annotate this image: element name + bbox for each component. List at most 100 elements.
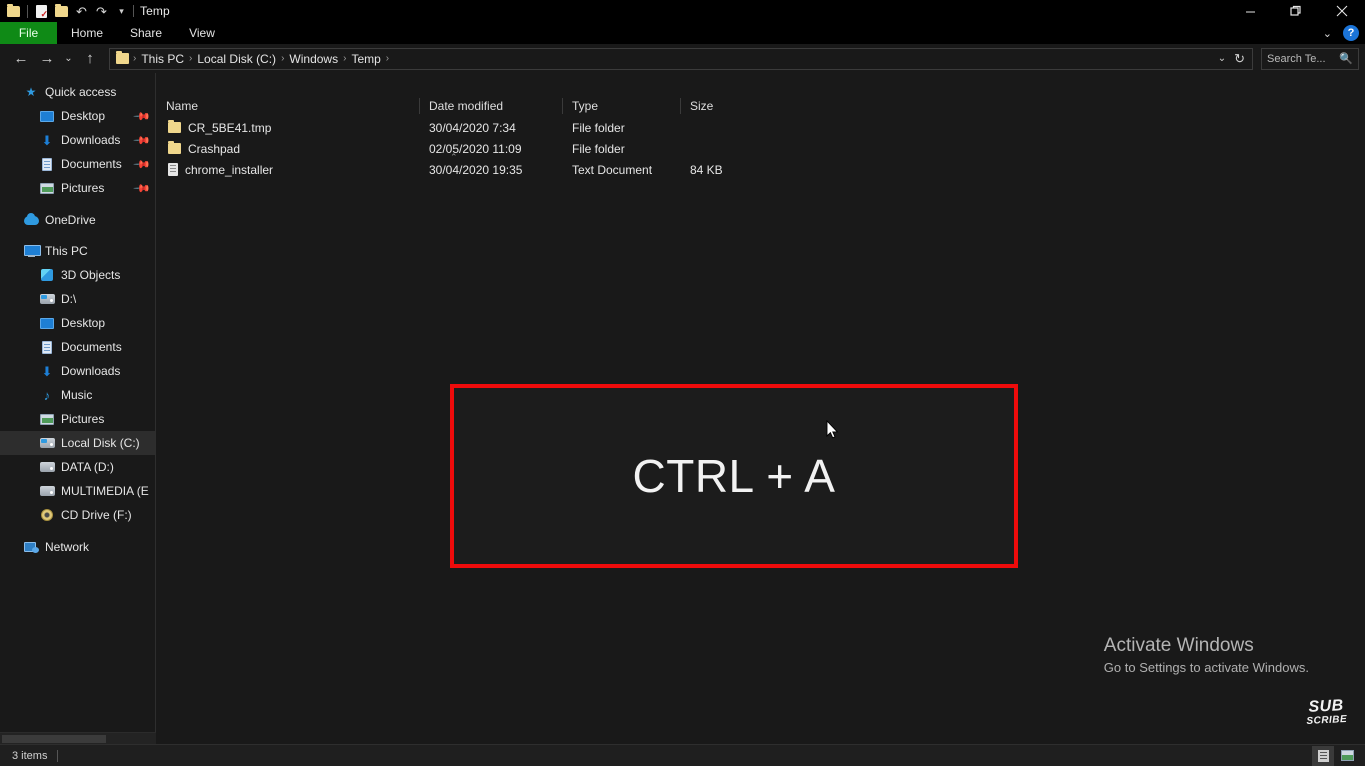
folder-icon: [116, 51, 129, 64]
help-icon[interactable]: ?: [1343, 25, 1359, 41]
downloads-icon: ⬇: [41, 363, 53, 379]
cell-name: Crashpad: [156, 141, 419, 156]
network-icon: [22, 541, 40, 553]
downloads-icon: ⬇: [41, 132, 53, 148]
table-row[interactable]: Crashpad 02/05/2020 11:09 File folder: [156, 138, 1365, 159]
sidebar-item-documents[interactable]: Documents: [0, 335, 155, 359]
shortcut-overlay-text: CTRL + A: [632, 450, 836, 502]
desktop-icon: [38, 110, 56, 122]
table-row[interactable]: chrome_installer 30/04/2020 19:35 Text D…: [156, 159, 1365, 180]
column-header-type[interactable]: Type: [562, 95, 680, 117]
tab-share[interactable]: Share: [117, 22, 175, 44]
item-count: 3 items: [12, 749, 48, 762]
file-name: Crashpad: [188, 141, 241, 156]
pc-icon: [22, 245, 41, 257]
text-document-icon: [168, 163, 178, 176]
folder-icon[interactable]: [4, 2, 23, 21]
subscribe-watermark: SUB SCRIBE: [1306, 697, 1348, 728]
search-input[interactable]: Search Te... 🔍: [1261, 47, 1359, 70]
redo-icon[interactable]: ↷: [92, 2, 111, 21]
pin-icon[interactable]: 📌: [133, 107, 152, 125]
sidebar-item-desktop-qa[interactable]: Desktop 📌: [0, 104, 155, 128]
table-row[interactable]: CR_5BE41.tmp 30/04/2020 7:34 File folder: [156, 117, 1365, 138]
refresh-icon[interactable]: ↻: [1231, 51, 1248, 67]
properties-icon[interactable]: [32, 2, 51, 21]
pin-icon[interactable]: 📌: [133, 131, 152, 149]
restore-icon[interactable]: [1273, 0, 1319, 22]
sidebar-item-label: Pictures: [61, 412, 105, 426]
shortcut-overlay-box: CTRL + A: [450, 384, 1018, 568]
sidebar-item-drive-d[interactable]: D:\: [0, 287, 155, 311]
forward-arrow-icon[interactable]: →: [34, 47, 60, 71]
sidebar-item-documents-qa[interactable]: Documents 📌: [0, 152, 155, 176]
recent-locations-chevron-icon[interactable]: ⌄: [60, 47, 77, 71]
tab-file[interactable]: File: [0, 22, 57, 44]
sidebar-item-pictures[interactable]: Pictures: [0, 407, 155, 431]
breadcrumb-item-temp[interactable]: Temp: [347, 52, 384, 66]
undo-icon[interactable]: ↶: [72, 2, 91, 21]
sidebar-item-local-disk-c[interactable]: Local Disk (C:): [0, 431, 155, 455]
cell-type: File folder: [572, 141, 625, 156]
sidebar-item-cd-drive-f[interactable]: CD Drive (F:): [0, 503, 155, 527]
view-mode-buttons: [1312, 745, 1363, 766]
history-chevron-icon[interactable]: ⌄: [1213, 53, 1231, 64]
pin-icon[interactable]: 📌: [133, 179, 152, 197]
chevron-down-icon[interactable]: ⌄: [1323, 27, 1332, 40]
pin-icon[interactable]: 📌: [133, 155, 152, 173]
tab-home[interactable]: Home: [57, 22, 117, 44]
file-explorer-window: ↶ ↷ ▾ Temp File Home Share View ⌄ ?: [0, 0, 1365, 766]
sidebar-item-onedrive[interactable]: OneDrive: [0, 208, 155, 232]
sidebar-item-label: This PC: [45, 244, 88, 258]
breadcrumb[interactable]: › This PC › Local Disk (C:) › Windows › …: [109, 47, 1253, 70]
sidebar-item-label: Desktop: [61, 316, 106, 330]
title-bar: ↶ ↷ ▾ Temp: [0, 0, 1365, 22]
sidebar-item-3d-objects[interactable]: 3D Objects: [0, 263, 155, 287]
up-arrow-icon[interactable]: ↑: [77, 47, 103, 71]
sidebar-item-label: D:\: [61, 292, 77, 306]
breadcrumb-item-local-disk-c[interactable]: Local Disk (C:): [193, 52, 280, 66]
sidebar-item-network[interactable]: Network: [0, 535, 155, 559]
customize-chevron-icon[interactable]: ▾: [112, 2, 131, 21]
3d-objects-icon: [38, 269, 56, 281]
subscribe-line2: SCRIBE: [1306, 713, 1348, 728]
drive-icon: [38, 486, 56, 496]
sidebar-item-label: MULTIMEDIA (E:): [61, 484, 149, 498]
column-header-name[interactable]: Name: [156, 95, 419, 117]
breadcrumb-item-windows[interactable]: Windows: [285, 52, 342, 66]
horizontal-scrollbar[interactable]: [0, 732, 156, 744]
sidebar-item-label: Desktop: [61, 109, 106, 123]
column-header-size[interactable]: Size: [680, 95, 764, 117]
minimize-icon[interactable]: [1227, 0, 1273, 22]
sidebar-item-label: Local Disk (C:): [61, 436, 140, 450]
sidebar-item-pictures-qa[interactable]: Pictures 📌: [0, 176, 155, 200]
back-arrow-icon[interactable]: ←: [8, 47, 34, 71]
sidebar-item-downloads[interactable]: ⬇ Downloads: [0, 359, 155, 383]
close-icon[interactable]: [1319, 0, 1365, 22]
new-folder-icon[interactable]: [52, 2, 71, 21]
sidebar-item-this-pc[interactable]: This PC: [0, 239, 155, 263]
activate-windows-watermark: Activate Windows Go to Settings to activ…: [1104, 634, 1309, 677]
divider: [27, 4, 28, 18]
large-icons-view-icon[interactable]: [1336, 746, 1358, 766]
sidebar-item-label: Downloads: [61, 364, 121, 378]
cell-date-modified: 30/04/2020 7:34: [429, 120, 516, 135]
breadcrumb-item-this-pc[interactable]: This PC: [137, 52, 188, 66]
sidebar-item-music[interactable]: ♪ Music: [0, 383, 155, 407]
ribbon-right-controls: ⌄ ?: [1323, 22, 1359, 44]
breadcrumb-separator: ›: [385, 53, 390, 64]
sidebar-item-label: Pictures: [61, 181, 105, 195]
tab-view[interactable]: View: [175, 22, 229, 44]
details-view-icon[interactable]: [1312, 745, 1334, 766]
sidebar-item-quick-access[interactable]: ★ Quick access: [0, 80, 155, 104]
window-title: Temp: [140, 4, 170, 18]
ribbon-tab-bar: File Home Share View ⌄ ?: [0, 22, 1365, 44]
divider: [57, 749, 59, 762]
sidebar-item-data-d[interactable]: DATA (D:): [0, 455, 155, 479]
column-header-date-modified[interactable]: Date modified: [419, 95, 562, 117]
sidebar-item-downloads-qa[interactable]: ⬇ Downloads 📌: [0, 128, 155, 152]
cell-date-modified: 30/04/2020 19:35: [429, 162, 523, 177]
quick-access-toolbar: ↶ ↷ ▾: [0, 0, 131, 22]
drive-icon: [38, 462, 56, 472]
sidebar-item-multimedia-e[interactable]: MULTIMEDIA (E:): [0, 479, 155, 503]
sidebar-item-desktop[interactable]: Desktop: [0, 311, 155, 335]
